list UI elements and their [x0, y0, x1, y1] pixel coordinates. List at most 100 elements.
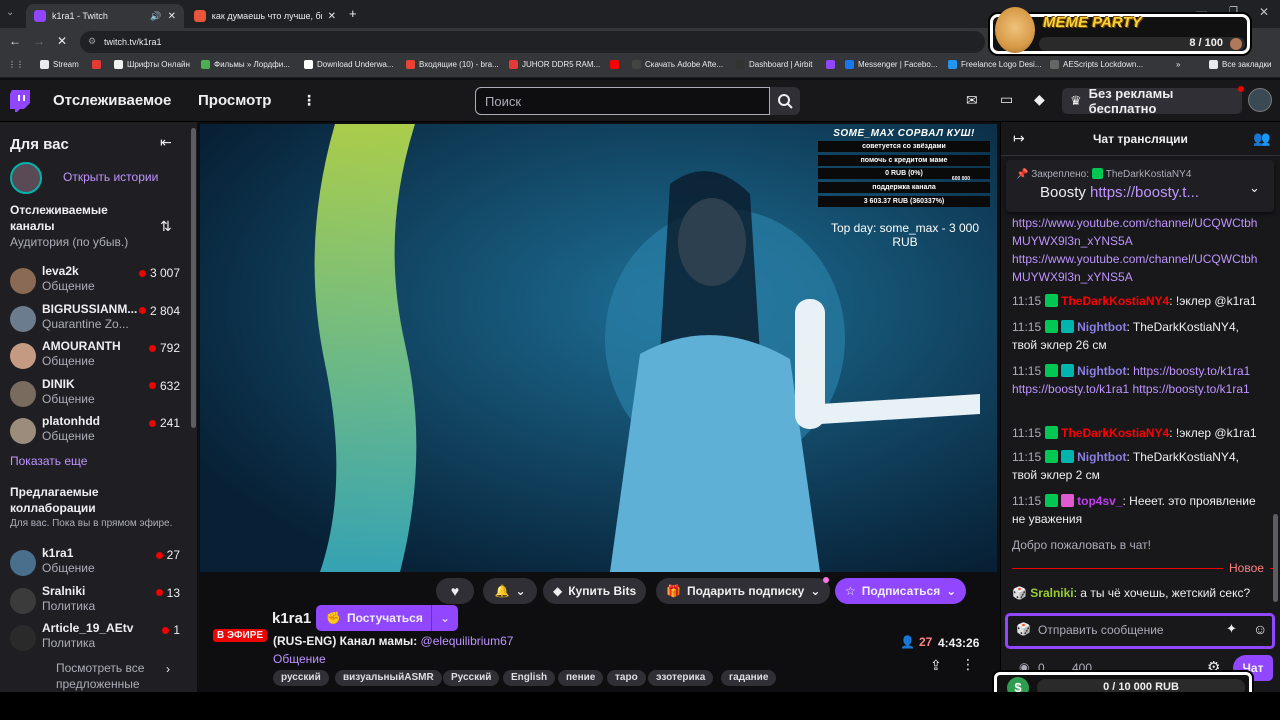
followed-channel[interactable]: BIGRUSSIANM... Quarantine Zo... 2 804 — [10, 302, 190, 336]
url-field[interactable]: ⚙ twitch.tv/k1ra1 — [80, 31, 985, 53]
back-icon[interactable]: ← — [9, 34, 21, 48]
follow-button[interactable]: ♥ — [436, 578, 474, 604]
ad-free-button[interactable]: ♛ Без рекламы бесплатно — [1062, 86, 1242, 116]
users-icon[interactable]: 👥 — [1253, 130, 1270, 147]
all-bookmarks[interactable]: Все закладки — [1209, 60, 1271, 69]
chat-username[interactable]: TheDarkKostiaNY4 — [1061, 294, 1169, 308]
emote-icon[interactable]: ☺ — [1253, 621, 1267, 637]
notifications-button[interactable]: 🔔 ⌄ — [483, 578, 537, 604]
apps-icon[interactable]: ⋮⋮ — [8, 60, 24, 69]
more-icon[interactable]: ⋮ — [302, 92, 316, 109]
knock-button[interactable]: ✊ Постучаться — [316, 605, 433, 631]
channel-category: Политика — [42, 598, 96, 613]
bookmark-favicon-icon — [632, 60, 641, 69]
open-stories-button[interactable]: Открыть истории — [10, 162, 180, 194]
bookmark-item[interactable]: Фильмы » Лордфи... — [201, 60, 290, 69]
bookmark-item[interactable]: Скачать Adobe Afte... — [632, 60, 723, 69]
channel-category: Общение — [42, 429, 95, 443]
buy-bits-button[interactable]: ◆ Купить Bits — [543, 578, 647, 604]
search-input[interactable]: Поиск — [475, 87, 770, 115]
tag-chip[interactable]: пение — [558, 670, 604, 686]
view-all-suggested[interactable]: Посмотреть все предложенные — [56, 660, 181, 692]
new-tab-icon[interactable]: + — [349, 6, 357, 21]
followed-channel[interactable]: AMOURANTH Общение 792 — [10, 339, 190, 373]
close-tab-icon[interactable]: ✕ — [168, 11, 176, 22]
chevron-right-icon[interactable]: › — [166, 662, 170, 676]
pinned-message[interactable]: 📌 Закреплено: TheDarkKostiaNY4 Boosty ht… — [1006, 160, 1274, 212]
browser-tab[interactable]: как думаешь что лучше, быть ✕ — [186, 4, 344, 28]
tag-chip[interactable]: русский — [273, 670, 329, 686]
category-link[interactable]: Общение — [273, 652, 326, 666]
bookmark-item[interactable]: Входящие (10) - bra... — [406, 60, 499, 69]
bookmark-item[interactable]: Stream — [40, 60, 79, 69]
sort-icon[interactable]: ⇅ — [160, 218, 172, 235]
stream-title-link[interactable]: @elequilibrium67 — [421, 634, 514, 648]
subscribe-button[interactable]: ☆ Подписаться ⌄ — [835, 578, 967, 604]
collab-channel[interactable]: Article_19_AEtv Политика 1 — [10, 621, 190, 655]
tag-chip[interactable]: гадание — [721, 670, 777, 686]
more-options-icon[interactable]: ⋮ — [961, 656, 975, 673]
chevron-down-icon[interactable]: ⌄ — [1249, 180, 1260, 196]
gift-sub-button[interactable]: 🎁 Подарить подписку ⌄ — [656, 578, 831, 604]
chat-link[interactable]: https://www.youtube.com/channel/UCQWCtbh… — [1012, 214, 1264, 250]
stop-icon[interactable]: ✕ — [57, 34, 67, 48]
video-player[interactable]: SOME_MAX СОРВАЛ КУШ! советуется со звёзд… — [200, 124, 997, 572]
collab-channel[interactable]: k1ra1 Общение 27 — [10, 546, 190, 580]
tag-chip[interactable]: таро — [607, 670, 646, 686]
chat-username[interactable]: Nightbot — [1077, 450, 1126, 464]
viewer-count: 792 — [159, 341, 180, 355]
bookmark-item[interactable]: JUHOR DDR5 RAM... — [509, 60, 600, 69]
close-window-icon[interactable]: ✕ — [1259, 5, 1269, 19]
nav-browse[interactable]: Просмотр — [198, 92, 271, 109]
collab-channel[interactable]: Sralniki Политика 13 — [10, 584, 190, 618]
channel-viewers: 792 — [148, 341, 180, 355]
chat-input[interactable]: 🎲 Отправить сообщение ✦ ☺ — [1005, 613, 1275, 649]
tag-chip[interactable]: визуальныйASMR — [335, 670, 442, 686]
nav-following[interactable]: Отслеживаемое — [53, 92, 171, 109]
forward-icon[interactable]: → — [33, 34, 45, 48]
bookmark-item[interactable]: Download Underwa... — [304, 60, 393, 69]
twitch-logo-icon[interactable] — [10, 90, 30, 112]
bookmark-item[interactable]: Messenger | Facebo... — [845, 60, 937, 69]
followed-channel[interactable]: platonhdd Общение 241 — [10, 414, 190, 448]
collapse-chat-icon[interactable]: ↦ — [1013, 130, 1025, 147]
tab-search-icon[interactable]: ⌄ — [6, 7, 14, 18]
bookmark-item[interactable] — [610, 60, 619, 69]
sidebar-scrollbar[interactable] — [191, 128, 196, 428]
audio-icon[interactable]: 🔊 — [150, 11, 161, 22]
tag-chip[interactable]: English — [503, 670, 556, 686]
inbox-icon[interactable]: ✉ — [966, 92, 978, 109]
sparkle-icon[interactable]: ✦ — [1226, 621, 1237, 637]
bookmark-item[interactable] — [826, 60, 835, 69]
chat-scrollbar[interactable] — [1273, 514, 1278, 602]
show-more-link[interactable]: Показать еще — [10, 454, 87, 468]
collapse-sidebar-icon[interactable]: ⇤ — [160, 134, 172, 151]
bookmark-item[interactable]: Шрифты Онлайн — [114, 60, 190, 69]
chat-link[interactable]: https://www.youtube.com/channel/UCQWCtbh… — [1012, 250, 1264, 286]
bookmark-item[interactable]: AEScripts Lockdown... — [1050, 60, 1143, 69]
chat-username[interactable]: TheDarkKostiaNY4 — [1061, 426, 1169, 440]
bookmark-item[interactable]: Dashboard | Airbit — [736, 60, 812, 69]
knock-dropdown[interactable]: ⌄ — [431, 605, 458, 631]
channel-name[interactable]: k1ra1 — [272, 610, 311, 627]
pinned-link[interactable]: https://boosty.t... — [1090, 184, 1199, 201]
chat-username[interactable]: Nightbot — [1077, 320, 1126, 334]
more-bookmarks-icon[interactable]: » — [1176, 60, 1180, 69]
browser-tab-active[interactable]: k1ra1 - Twitch 🔊 ✕ — [26, 4, 184, 28]
tag-chip[interactable]: Русский — [443, 670, 500, 686]
bookmark-item[interactable] — [92, 60, 101, 69]
tag-chip[interactable]: эзотерика — [648, 670, 714, 686]
bits-icon[interactable]: ◆ — [1034, 91, 1045, 108]
search-button[interactable] — [770, 87, 800, 115]
bookmark-item[interactable]: Freelance Logo Desi... — [948, 60, 1042, 69]
close-tab-icon[interactable]: ✕ — [328, 11, 336, 22]
chat-username[interactable]: top4sv_ — [1077, 494, 1122, 508]
avatar[interactable] — [1248, 88, 1272, 112]
whispers-icon[interactable]: ▭ — [1000, 91, 1013, 108]
chat-username[interactable]: Sralniki — [1030, 586, 1073, 600]
site-info-icon[interactable]: ⚙ — [88, 36, 96, 47]
followed-channel[interactable]: DINIK Общение 632 — [10, 377, 190, 411]
followed-channel[interactable]: leva2k Общение 3 007 — [10, 264, 190, 298]
chat-username[interactable]: Nightbot — [1077, 364, 1126, 378]
share-icon[interactable]: ⇪ — [930, 657, 942, 674]
